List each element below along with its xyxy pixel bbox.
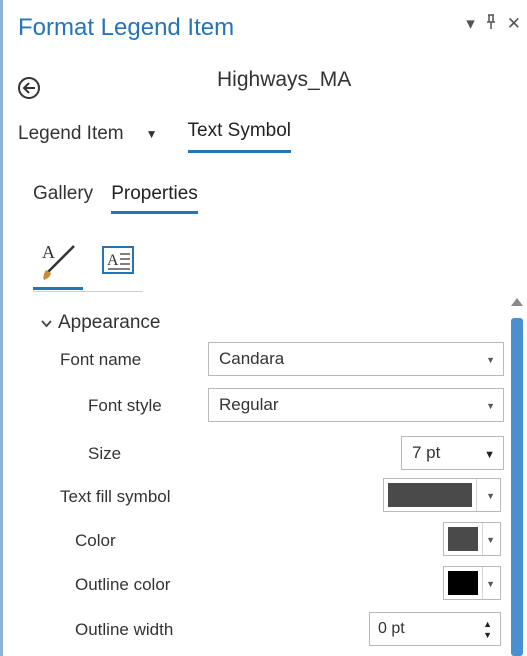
button-divider [476,479,477,511]
outline-width-value: 0 pt [378,620,405,637]
outline-width-label: Outline width [75,620,174,639]
symbol-property-tabs: A A [33,232,143,292]
back-arrow-icon[interactable] [18,77,40,99]
chevron-down-icon[interactable]: ▼ [146,127,158,141]
appearance-section-toggle[interactable]: Appearance [41,312,160,334]
mode-tabs: Legend Item ▼ Text Symbol [18,120,292,153]
pane-menu-icon[interactable]: ▾ [466,14,475,35]
scroll-up-icon[interactable] [511,298,523,306]
text-brush-icon[interactable]: A [33,232,83,290]
legend-item-dropdown[interactable]: Legend Item [18,123,124,145]
outline-color-picker-button[interactable]: ▼ [443,566,501,600]
decrement-icon[interactable]: ▼ [483,630,492,641]
font-name-label: Font name [60,350,142,369]
increment-icon[interactable]: ▲ [483,619,492,630]
font-style-dropdown[interactable]: Regular ▼ [208,388,504,422]
text-fill-symbol-button[interactable]: ▼ [383,478,501,512]
pane-title: Format Legend Item [18,14,235,41]
chevron-down-icon [41,316,52,331]
fill-symbol-swatch [388,483,472,507]
color-label: Color [75,531,116,550]
font-name-dropdown[interactable]: Candara ▼ [208,342,504,376]
text-frame-icon[interactable]: A [93,232,143,287]
window-controls: ▾ ✕ [466,14,521,35]
appearance-section-label: Appearance [58,312,161,333]
chevron-down-icon: ▼ [486,355,495,365]
button-divider [482,567,483,599]
size-dropdown[interactable]: 7 pt ▼ [401,436,504,470]
outline-color-swatch [448,571,478,595]
chevron-down-icon: ▼ [486,401,495,411]
outline-width-spinner[interactable]: 0 pt ▲ ▼ [369,612,501,646]
sub-tabs: Gallery Properties [33,183,198,214]
spinner-arrows-icon[interactable]: ▲ ▼ [483,619,492,641]
color-picker-button[interactable]: ▼ [443,522,501,556]
font-style-label: Font style [88,396,162,415]
format-legend-item-pane: Format Legend Item ▾ ✕ Highways_MA Legen… [0,0,527,656]
pane-titlebar: Format Legend Item ▾ ✕ [3,0,527,58]
layer-name: Highways_MA [217,68,352,91]
button-divider [482,523,483,555]
svg-text:A: A [42,242,55,262]
tab-text-symbol[interactable]: Text Symbol [187,120,292,153]
scrollbar-thumb[interactable] [511,318,523,656]
chevron-down-icon: ▼ [486,579,495,589]
chevron-down-icon: ▼ [484,449,495,461]
tab-gallery[interactable]: Gallery [33,183,93,205]
chevron-down-icon: ▼ [486,491,495,501]
font-style-value: Regular [219,395,279,414]
vertical-scrollbar[interactable] [509,296,525,656]
pin-icon[interactable] [485,14,497,35]
size-value: 7 pt [412,443,441,462]
svg-text:A: A [107,252,119,269]
size-label: Size [88,444,122,463]
outline-color-label: Outline color [75,575,171,594]
text-fill-symbol-label: Text fill symbol [60,487,171,506]
chevron-down-icon: ▼ [486,535,495,545]
tab-properties[interactable]: Properties [111,183,198,214]
font-name-value: Candara [219,349,285,368]
close-icon[interactable]: ✕ [507,14,521,35]
color-swatch [448,527,478,551]
